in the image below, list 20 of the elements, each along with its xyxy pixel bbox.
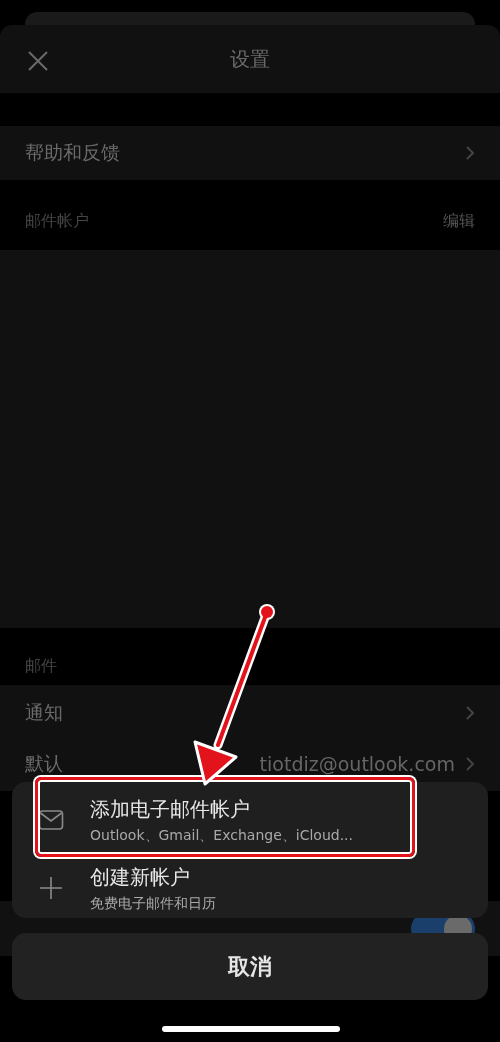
page-title: 设置 <box>230 45 270 73</box>
chevron-right-icon <box>465 145 475 161</box>
setting-label[interactable]: 通知 <box>25 699 63 726</box>
setting-label[interactable]: 默认 <box>25 750 63 777</box>
default-account-email: tiotdiz@outlook.com <box>259 752 455 775</box>
edit-link[interactable]: 编辑 <box>443 211 475 232</box>
setting-label[interactable]: 帮助和反馈 <box>25 140 120 166</box>
chevron-right-icon <box>465 704 475 721</box>
cancel-button[interactable]: 取消 <box>12 933 488 1000</box>
plus-icon <box>38 875 64 901</box>
menu-option[interactable]: 创建新帐户 免费电子邮件和日历 <box>12 858 488 918</box>
section-title: 邮件帐户 <box>25 211 89 232</box>
option-subtitle: 免费电子邮件和日历 <box>90 894 216 913</box>
envelope-icon <box>38 809 64 831</box>
chevron-right-icon <box>465 755 475 772</box>
option-title: 创建新帐户 <box>90 863 191 891</box>
section-title: 邮件 <box>25 656 57 677</box>
option-subtitle: Outlook、Gmail、Exchange、iCloud... <box>90 826 353 845</box>
menu-option[interactable]: 添加电子邮件帐户 Outlook、Gmail、Exchange、iCloud... <box>12 782 488 858</box>
option-title: 添加电子邮件帐户 <box>90 795 251 823</box>
